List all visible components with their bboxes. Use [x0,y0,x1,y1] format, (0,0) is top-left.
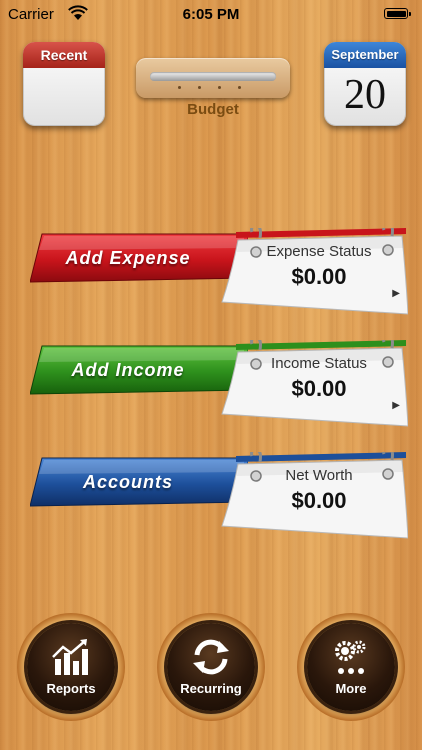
expense-status-title: Expense Status [266,243,372,260]
recent-calendar-button[interactable]: Recent [23,42,105,126]
accounts-button[interactable]: Accounts [30,456,248,508]
recurring-button[interactable]: Recurring [167,623,255,711]
gears-icon [335,640,366,674]
calendar-day: 20 [344,72,386,118]
status-bar: Carrier 6:05 PM [0,0,422,30]
clock: 6:05 PM [182,6,240,23]
budget-clip-icon[interactable] [136,58,290,98]
battery-icon [384,8,411,19]
income-status-card[interactable]: Income Status $0.00 ▶ [218,340,408,427]
add-income-label: Add Income [71,360,185,380]
recent-label: Recent [23,42,105,68]
add-income-button[interactable]: Add Income [30,344,248,396]
net-worth-title: Net Worth [285,467,353,484]
add-expense-label: Add Expense [65,248,191,268]
arrow-right-icon: ▶ [392,400,400,411]
clip-dot [178,86,181,89]
income-status-title: Income Status [271,355,367,372]
clip-dot [218,86,221,89]
date-calendar-button[interactable]: September 20 [324,42,406,126]
income-status-value: $0.00 [291,376,347,401]
arrow-right-icon: ▶ [392,288,400,299]
reports-label: Reports [46,681,96,696]
budget-label: Budget [187,101,239,118]
refresh-icon [193,639,229,675]
calendar-month: September [324,42,406,68]
clip-dot [238,86,241,89]
recurring-label: Recurring [180,681,242,696]
net-worth-value: $0.00 [291,488,347,513]
bar-chart-icon [52,639,88,675]
expense-status-card[interactable]: Expense Status $0.00 ▶ [218,228,408,315]
more-button[interactable]: More [307,623,395,711]
expense-status-value: $0.00 [291,264,347,289]
add-expense-button[interactable]: Add Expense [30,232,248,284]
clip-dot [198,86,201,89]
more-label: More [335,681,367,696]
clip-bar [150,72,276,81]
reports-button[interactable]: Reports [27,623,115,711]
net-worth-card[interactable]: Net Worth $0.00 [218,452,408,539]
accounts-label: Accounts [82,472,173,492]
